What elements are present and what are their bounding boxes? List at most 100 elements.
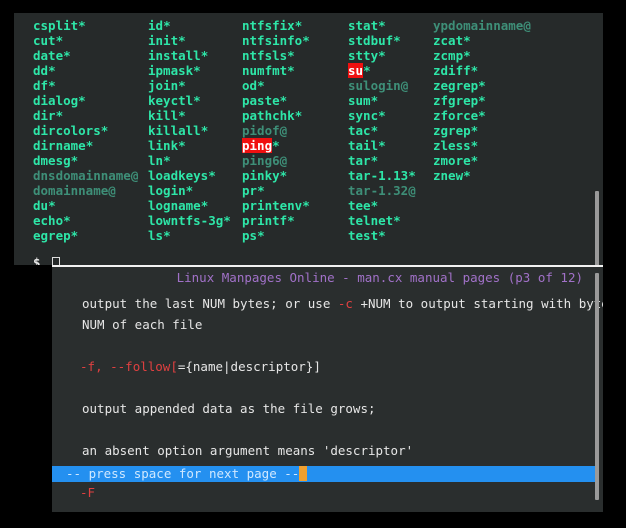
manpage-blank-line [52, 377, 603, 398]
ls-entry-stat[interactable]: stat* [348, 18, 386, 33]
browser-pane[interactable]: Linux Manpages Online - man.cx manual pa… [52, 267, 603, 512]
ls-entry-zmore[interactable]: zmore* [433, 153, 478, 168]
ls-entry-test[interactable]: test* [348, 228, 386, 243]
ls-entry-printf[interactable]: printf* [242, 213, 295, 228]
ls-row: domainname@ login* pr* tar-1.32@ [14, 183, 603, 198]
ls-entry-marker: * [185, 183, 194, 198]
ls-entry-install[interactable]: install* [148, 48, 208, 63]
ls-entry-dircolors[interactable]: dircolors* [33, 123, 108, 138]
ls-entry-ping[interactable]: ping* [242, 138, 280, 153]
ls-entry-sum[interactable]: sum* [348, 93, 378, 108]
ls-entry-echo[interactable]: echo* [33, 213, 71, 228]
ls-entry-ntfsfix[interactable]: ntfsfix* [242, 18, 302, 33]
ls-entry-name: test [348, 228, 379, 243]
ls-entry-zfgrep[interactable]: zfgrep* [433, 93, 486, 108]
ls-entry-telnet[interactable]: telnet* [348, 213, 401, 228]
ls-entry-df[interactable]: df* [33, 78, 56, 93]
ls-entry-name: su [348, 63, 364, 78]
ls-entry-stty[interactable]: stty* [348, 48, 386, 63]
ls-entry-dir[interactable]: dir* [33, 108, 63, 123]
ls-entry-kill[interactable]: kill* [148, 108, 186, 123]
ls-entry-zdiff[interactable]: zdiff* [433, 63, 478, 78]
ls-row: dd* ipmask* numfmt* su* zdiff* [14, 63, 603, 78]
ls-entry-marker: * [478, 108, 486, 123]
ls-entry-zforce[interactable]: zforce* [433, 108, 486, 123]
manpage-option-token[interactable]: -f [80, 359, 95, 374]
ls-entry-init[interactable]: init* [148, 33, 186, 48]
ls-entry-zgrep[interactable]: zgrep* [433, 123, 478, 138]
ls-entry-name: zgrep [433, 123, 471, 138]
shell-prompt-line[interactable]: $ [33, 255, 61, 265]
ls-entry-sync[interactable]: sync* [348, 108, 386, 123]
ls-entry-ping6[interactable]: ping6@ [242, 153, 287, 168]
shell-scrollbar[interactable] [595, 191, 599, 265]
ls-entry-dialog[interactable]: dialog* [33, 93, 86, 108]
ls-entry-domainname[interactable]: domainname@ [33, 183, 116, 198]
ls-entry-tee[interactable]: tee* [348, 198, 378, 213]
ls-entry-ls[interactable]: ls* [148, 228, 171, 243]
ls-entry-zegrep[interactable]: zegrep* [433, 78, 486, 93]
ls-row: df* join* od* sulogin@ zegrep* [14, 78, 603, 93]
ls-entry-du[interactable]: du* [33, 198, 56, 213]
ls-entry-date[interactable]: date* [33, 48, 71, 63]
ls-entry-tar-1-13[interactable]: tar-1.13* [348, 168, 416, 183]
ls-entry-name: tail [348, 138, 379, 153]
ls-entry-pr[interactable]: pr* [242, 183, 265, 198]
ls-entry-cut[interactable]: cut* [33, 33, 63, 48]
ls-entry-su[interactable]: su* [348, 63, 371, 78]
ls-entry-pidof[interactable]: pidof@ [242, 123, 287, 138]
ls-entry-csplit[interactable]: csplit* [33, 18, 86, 33]
ls-entry-tar-1-32[interactable]: tar-1.32@ [348, 183, 416, 198]
ls-entry-ln[interactable]: ln* [148, 153, 171, 168]
ls-entry-egrep[interactable]: egrep* [33, 228, 78, 243]
ls-entry-name: zmore [433, 153, 471, 168]
ls-entry-name: echo [33, 213, 64, 228]
ls-entry-marker: * [100, 123, 109, 138]
ls-entry-tac[interactable]: tac* [348, 123, 378, 138]
ls-entry-name: dialog [33, 93, 79, 108]
manpage-option-token[interactable]: --follow[ [110, 359, 178, 374]
shell-pane[interactable]: csplit* id* ntfsfix* stat* ypdomainname@ cut*… [14, 13, 603, 265]
ls-entry-tail[interactable]: tail* [348, 138, 386, 153]
ls-entry-link[interactable]: link* [148, 138, 186, 153]
ls-entry-name: csplit [33, 18, 79, 33]
ls-entry-ntfsinfo[interactable]: ntfsinfo* [242, 33, 310, 48]
ls-entry-zcmp[interactable]: zcmp* [433, 48, 471, 63]
ls-entry-zcat[interactable]: zcat* [433, 33, 471, 48]
ls-entry-marker: * [193, 63, 201, 78]
ls-entry-zless[interactable]: zless* [433, 138, 478, 153]
ls-entry-lowntfs-3g[interactable]: lowntfs-3g* [148, 213, 231, 228]
ls-entry-numfmt[interactable]: numfmt* [242, 63, 295, 78]
ls-entry-marker: @ [108, 183, 116, 198]
ls-entry-paste[interactable]: paste* [242, 93, 287, 108]
ls-entry-sulogin[interactable]: sulogin@ [348, 78, 408, 93]
ls-entry-dmesg[interactable]: dmesg* [33, 153, 78, 168]
ls-entry-login[interactable]: login* [148, 183, 193, 198]
ls-entry-ps[interactable]: ps* [242, 228, 265, 243]
ls-entry-killall[interactable]: killall* [148, 123, 208, 138]
ls-entry-dnsdomainname[interactable]: dnsdomainname@ [33, 168, 138, 183]
ls-entry-printenv[interactable]: printenv* [242, 198, 310, 213]
ls-entry-pinky[interactable]: pinky* [242, 168, 287, 183]
ls-entry-dd[interactable]: dd* [33, 63, 56, 78]
manpage-option-token[interactable]: -c [338, 296, 353, 311]
ls-entry-marker: * [302, 198, 310, 213]
browser-status-bar[interactable]: -- press space for next page -- [52, 466, 597, 482]
browser-scrollbar[interactable] [595, 273, 599, 500]
ls-entry-ipmask[interactable]: ipmask* [148, 63, 201, 78]
ls-entry-id[interactable]: id* [148, 18, 171, 33]
ls-entry-join[interactable]: join* [148, 78, 186, 93]
ls-entry-tar[interactable]: tar* [348, 153, 378, 168]
ls-entry-od[interactable]: od* [242, 78, 265, 93]
ls-entry-ntfsls[interactable]: ntfsls* [242, 48, 295, 63]
ls-entry-pathchk[interactable]: pathchk* [242, 108, 302, 123]
ls-entry-name: keyctl [148, 93, 194, 108]
ls-entry-dirname[interactable]: dirname* [33, 138, 93, 153]
ls-entry-stdbuf[interactable]: stdbuf* [348, 33, 401, 48]
ls-entry-logname[interactable]: logname* [148, 198, 208, 213]
manpage-option-token[interactable]: , [95, 359, 110, 374]
ls-entry-keyctl[interactable]: keyctl* [148, 93, 201, 108]
ls-entry-loadkeys[interactable]: loadkeys* [148, 168, 216, 183]
ls-entry-ypdomainname[interactable]: ypdomainname@ [433, 18, 531, 33]
ls-entry-znew[interactable]: znew* [433, 168, 471, 183]
